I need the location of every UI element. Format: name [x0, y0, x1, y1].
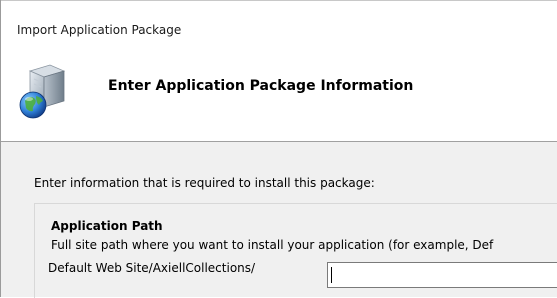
page-heading: Enter Application Package Information	[108, 78, 414, 94]
intro-text: Enter information that is required to in…	[34, 176, 375, 190]
application-path-input[interactable]	[327, 262, 557, 288]
site-path-prefix: Default Web Site/AxiellCollections/	[48, 261, 256, 275]
window-title: Import Application Package	[17, 23, 182, 37]
application-path-label: Application Path	[51, 219, 163, 233]
text-caret	[331, 267, 332, 283]
application-path-description: Full site path where you want to install…	[51, 238, 494, 252]
package-globe-icon	[19, 64, 66, 119]
wizard-header: Enter Application Package Information	[1, 43, 557, 141]
